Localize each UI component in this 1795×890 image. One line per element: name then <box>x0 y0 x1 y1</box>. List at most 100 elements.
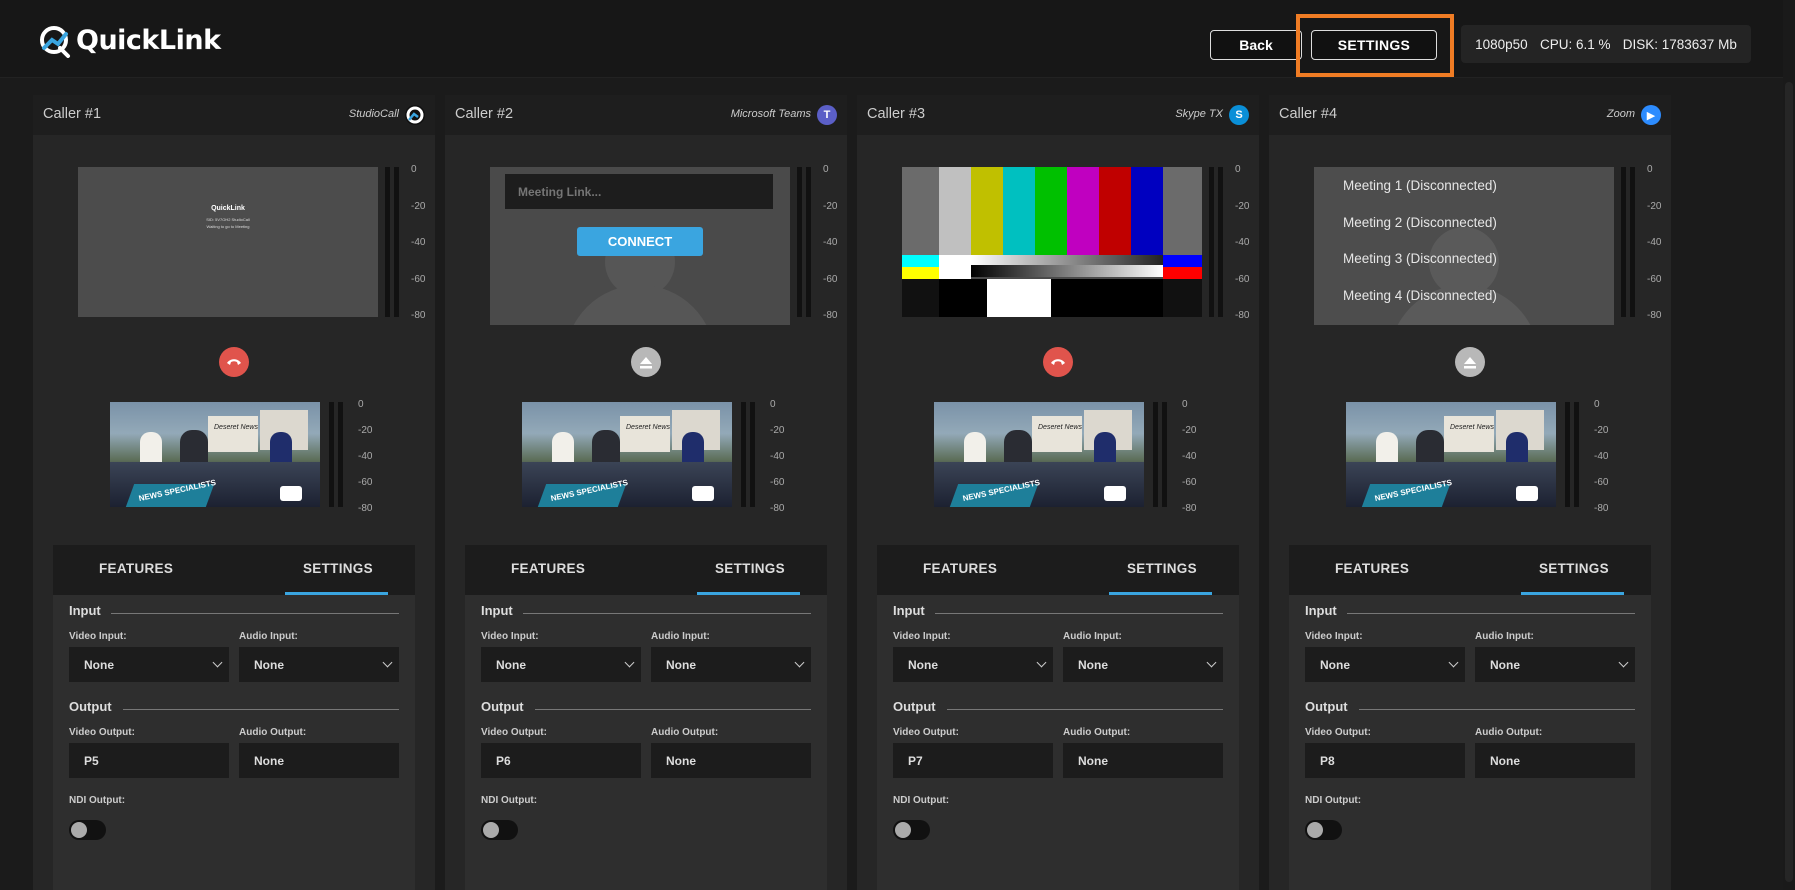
audio-input-select[interactable]: None <box>1475 647 1635 682</box>
program-audio-scale-label: -40 <box>1182 451 1197 462</box>
program-feed-image: Deseret News NEWS SPECIALISTS <box>1346 402 1556 507</box>
program-audio-scale-label: -20 <box>770 425 785 436</box>
audio-input-select[interactable]: None <box>651 647 811 682</box>
chevron-down-icon <box>1618 657 1629 668</box>
audio-input-value: None <box>254 658 284 672</box>
scrollbar-thumb[interactable] <box>1785 82 1793 882</box>
caller-audio-meter-left <box>1621 167 1626 317</box>
studiocall-icon <box>405 105 425 125</box>
end-call-button[interactable] <box>1043 347 1073 377</box>
chevron-down-icon <box>382 657 393 668</box>
channel-badge <box>1516 486 1538 501</box>
connect-button[interactable]: CONNECT <box>577 227 703 256</box>
audio-input-select[interactable]: None <box>239 647 399 682</box>
chevron-down-icon <box>212 657 223 668</box>
divider <box>123 709 399 710</box>
caller-video-preview: QuickLink SID: 5V7OH2 StudioCall Waiting… <box>78 167 378 317</box>
tab-settings[interactable]: SETTINGS <box>303 561 373 576</box>
tab-features[interactable]: FEATURES <box>1335 561 1409 576</box>
tab-features[interactable]: FEATURES <box>923 561 997 576</box>
video-output-field[interactable]: P5 <box>69 743 229 778</box>
tab-features[interactable]: FEATURES <box>511 561 585 576</box>
caller-title: Caller #2 <box>455 106 514 122</box>
tab-features[interactable]: FEATURES <box>99 561 173 576</box>
video-output-field[interactable]: P7 <box>893 743 1053 778</box>
end-call-button[interactable] <box>219 347 249 377</box>
video-input-value: None <box>496 658 526 672</box>
toggle-knob <box>1307 822 1323 838</box>
video-input-select[interactable]: None <box>69 647 229 682</box>
program-audio-scale-label: -40 <box>358 451 373 462</box>
video-input-label: Video Input: <box>893 631 951 642</box>
studio-screen <box>1032 416 1082 452</box>
toggle-knob <box>71 822 87 838</box>
tab-settings[interactable]: SETTINGS <box>1127 561 1197 576</box>
audio-output-value: None <box>1078 754 1108 768</box>
settings-button[interactable]: SETTINGS <box>1311 30 1437 60</box>
caller-service-name: Zoom <box>1606 108 1635 120</box>
eject-icon <box>640 356 652 368</box>
caller-audio-scale-label: -40 <box>411 237 426 248</box>
caller-video-preview: CONNECT <box>490 167 790 325</box>
program-audio-meter-left <box>1153 402 1158 507</box>
caller-header: Caller #4 Zoom ▶ <box>1269 95 1671 135</box>
ndi-output-toggle[interactable] <box>1305 820 1342 840</box>
program-audio-scale-label: -40 <box>1594 451 1609 462</box>
audio-output-field[interactable]: None <box>1063 743 1223 778</box>
caller-audio-meter-right <box>1630 167 1635 317</box>
video-input-select[interactable]: None <box>481 647 641 682</box>
audio-output-value: None <box>666 754 696 768</box>
program-audio-scale-label: -80 <box>358 503 373 514</box>
video-output-field[interactable]: P6 <box>481 743 641 778</box>
caller-title: Caller #1 <box>43 106 102 122</box>
input-section-title: Input <box>1305 603 1337 618</box>
divider <box>111 613 399 614</box>
meetings-list-preview: Meeting 1 (Disconnected) Meeting 2 (Disco… <box>1314 167 1614 325</box>
page-scrollbar[interactable] <box>1783 0 1795 890</box>
caller-tabs: FEATURES SETTINGS <box>1289 545 1651 595</box>
video-output-label: Video Output: <box>481 727 547 738</box>
eject-button[interactable] <box>631 347 661 377</box>
video-input-value: None <box>908 658 938 672</box>
preview-session-text: SID: 5V7OH2 StudioCall <box>206 217 250 222</box>
caller-audio-scale-label: -60 <box>1647 273 1662 285</box>
tab-settings[interactable]: SETTINGS <box>1539 561 1609 576</box>
audio-output-field[interactable]: None <box>239 743 399 778</box>
output-section-title: Output <box>69 699 112 714</box>
eject-icon <box>1464 356 1476 368</box>
video-output-label: Video Output: <box>69 727 135 738</box>
audio-output-label: Audio Output: <box>651 727 719 738</box>
tab-settings[interactable]: SETTINGS <box>715 561 785 576</box>
chevron-down-icon <box>624 657 635 668</box>
caller-audio-scale-label: -20 <box>823 200 838 212</box>
caller-audio-scale-label: 0 <box>823 164 829 175</box>
eject-button[interactable] <box>1455 347 1485 377</box>
program-feed-image: Deseret News NEWS SPECIALISTS <box>110 402 320 507</box>
ndi-output-toggle[interactable] <box>893 820 930 840</box>
audio-input-select[interactable]: None <box>1063 647 1223 682</box>
meeting-item[interactable]: Meeting 2 (Disconnected) <box>1343 215 1497 230</box>
back-button[interactable]: Back <box>1210 30 1302 60</box>
ndi-output-toggle[interactable] <box>481 820 518 840</box>
divider <box>1359 709 1635 710</box>
caller-audio-meter-right <box>806 167 811 317</box>
meeting-item[interactable]: Meeting 4 (Disconnected) <box>1343 288 1497 303</box>
meeting-item[interactable]: Meeting 3 (Disconnected) <box>1343 251 1497 266</box>
caller-audio-meter-left <box>385 167 390 317</box>
meeting-link-input[interactable] <box>505 174 773 209</box>
channel-badge <box>280 486 302 501</box>
program-audio-meter-left <box>741 402 746 507</box>
divider <box>523 613 811 614</box>
audio-output-field[interactable]: None <box>1475 743 1635 778</box>
meeting-item[interactable]: Meeting 1 (Disconnected) <box>1343 178 1497 193</box>
caller-title: Caller #4 <box>1279 106 1338 122</box>
audio-output-field[interactable]: None <box>651 743 811 778</box>
program-audio-scale-label: 0 <box>358 399 364 410</box>
ndi-output-toggle[interactable] <box>69 820 106 840</box>
caller-audio-scale-label: -80 <box>1235 310 1250 321</box>
caller-audio-scale-label: -60 <box>411 273 426 285</box>
chevron-down-icon <box>1448 657 1459 668</box>
video-input-select[interactable]: None <box>893 647 1053 682</box>
video-input-select[interactable]: None <box>1305 647 1465 682</box>
video-output-field[interactable]: P8 <box>1305 743 1465 778</box>
